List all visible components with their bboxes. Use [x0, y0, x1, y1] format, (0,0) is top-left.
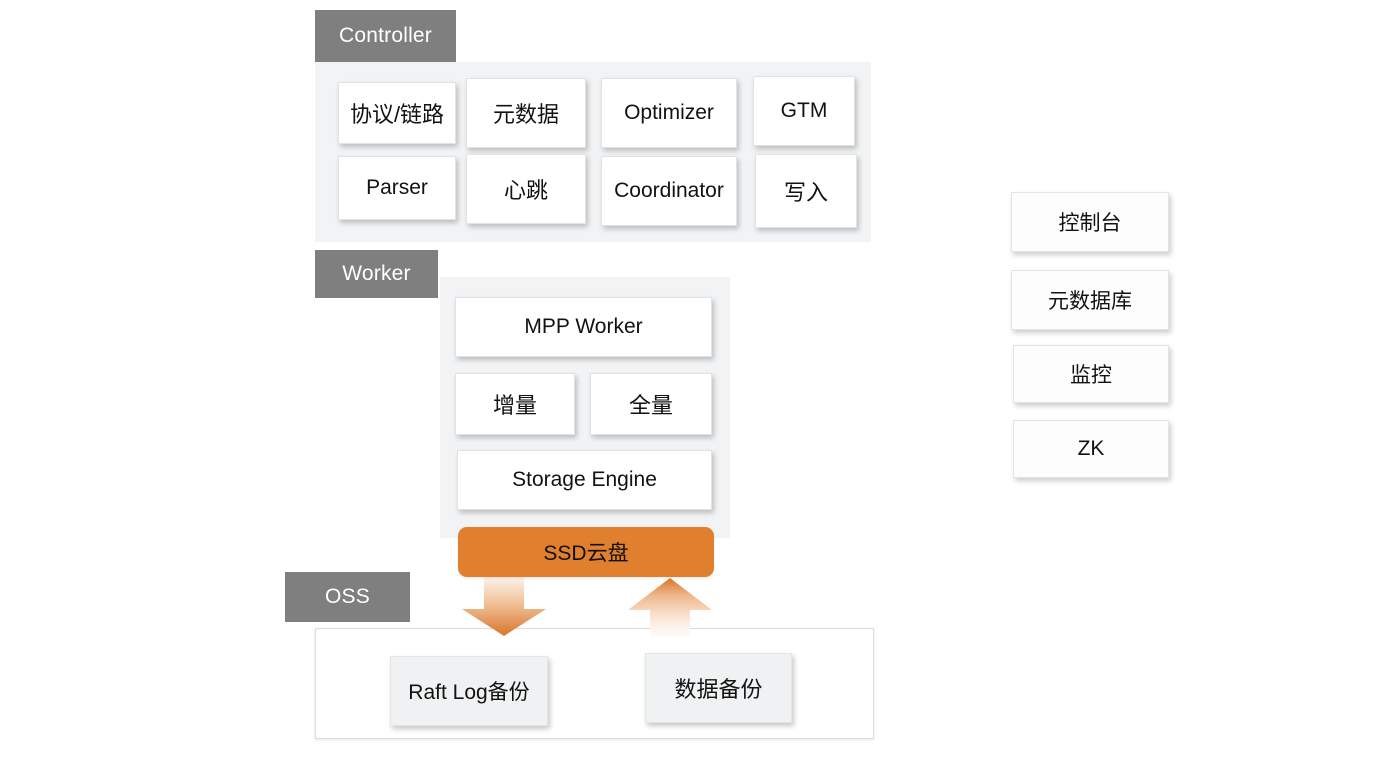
side-item-label: 元数据库 [1048, 290, 1132, 313]
node-label: GTM [780, 99, 828, 122]
side-item-label: ZK [1077, 437, 1105, 460]
controller-node-gtm[interactable]: GTM [753, 76, 855, 146]
node-label: 元数据 [492, 102, 559, 127]
node-label: Raft Log备份 [408, 681, 530, 704]
controller-node-coordinator[interactable]: Coordinator [601, 156, 737, 226]
controller-node-metadata[interactable]: 元数据 [466, 78, 586, 148]
worker-header-label: Worker [342, 262, 411, 285]
controller-node-write[interactable]: 写入 [755, 154, 857, 228]
controller-node-optimizer[interactable]: Optimizer [601, 78, 737, 148]
node-label: MPP Worker [524, 315, 643, 338]
node-label: 写入 [783, 180, 828, 205]
worker-node-incremental[interactable]: 增量 [455, 373, 575, 435]
ssd-cloud-disk-bar[interactable]: SSD云盘 [458, 527, 714, 577]
oss-to-ssd-up-arrow [626, 578, 714, 638]
oss-node-data-backup[interactable]: 数据备份 [645, 653, 792, 723]
node-label: 协议/链路 [349, 102, 445, 127]
controller-header: Controller [315, 10, 456, 62]
node-label: Optimizer [624, 101, 714, 124]
controller-node-protocol-link[interactable]: 协议/链路 [338, 82, 456, 144]
oss-header-label: OSS [325, 585, 370, 608]
controller-header-label: Controller [338, 24, 433, 47]
node-label: 增量 [492, 393, 537, 418]
worker-node-storage-engine[interactable]: Storage Engine [457, 450, 712, 510]
worker-node-mpp-worker[interactable]: MPP Worker [455, 297, 712, 357]
side-item-monitoring[interactable]: 监控 [1013, 345, 1169, 403]
ssd-to-oss-down-arrow [460, 576, 548, 638]
side-item-metadata-db[interactable]: 元数据库 [1011, 270, 1169, 330]
node-label: 全量 [628, 393, 673, 418]
side-item-zk[interactable]: ZK [1013, 420, 1169, 478]
node-label: 数据备份 [674, 677, 763, 702]
worker-node-full[interactable]: 全量 [590, 373, 712, 435]
controller-node-parser[interactable]: Parser [338, 156, 456, 220]
worker-header: Worker [315, 250, 438, 298]
oss-node-raft-log-backup[interactable]: Raft Log备份 [390, 656, 548, 726]
side-item-label: 控制台 [1058, 212, 1122, 235]
side-item-label: 监控 [1070, 364, 1112, 387]
oss-header: OSS [285, 572, 410, 622]
node-label: Coordinator [614, 179, 724, 202]
controller-node-heartbeat[interactable]: 心跳 [466, 154, 586, 224]
node-label: Parser [366, 176, 428, 199]
diagram-canvas: Controller 协议/链路 元数据 Optimizer GTM Parse… [0, 0, 1400, 764]
side-item-console[interactable]: 控制台 [1011, 192, 1169, 252]
ssd-cloud-disk-label: SSD云盘 [543, 542, 629, 565]
node-label: 心跳 [503, 178, 548, 203]
node-label: Storage Engine [512, 468, 657, 491]
